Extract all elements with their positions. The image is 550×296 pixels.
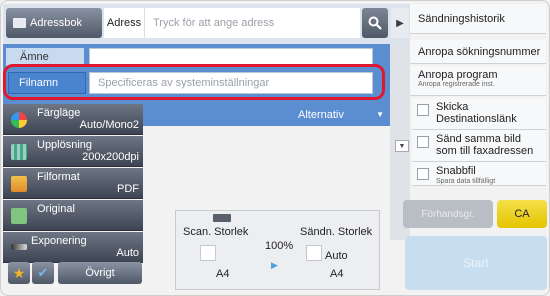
setting-original[interactable]: Original	[3, 200, 143, 231]
recall-program-sublabel: Anropa registrerade inst.	[418, 81, 495, 88]
quick-file-label: Snabbfil	[436, 165, 476, 177]
send-same-image-toggle[interactable]: Sänd samma bild som till faxadressen	[412, 130, 546, 162]
send-history-button[interactable]: Sändningshistorik	[410, 4, 546, 34]
address-input[interactable]: Tryck för att ange adress	[144, 8, 360, 38]
recall-program-button[interactable]: Anropa program Anropa registrerade inst.	[410, 66, 546, 96]
setting-resolution[interactable]: Upplösning 200x200dpi	[3, 136, 143, 167]
setting-value: 200x200dpi	[82, 151, 139, 163]
original-icon	[11, 208, 27, 224]
send-link-checkbox[interactable]	[417, 104, 429, 116]
setting-value: Auto/Mono2	[79, 119, 139, 131]
chevron-down-icon: ▼	[376, 110, 384, 119]
send-size-value: A4	[330, 268, 344, 280]
send-link-toggle[interactable]: Skicka Destinationslänk	[412, 98, 546, 130]
chevron-down-icon: ▼	[398, 142, 406, 150]
setting-file-format[interactable]: Filformat PDF	[3, 168, 143, 199]
address-label: Adress	[104, 8, 144, 38]
send-size-label: Sändn. Storlek	[300, 226, 373, 238]
search-icon	[368, 16, 382, 30]
chevron-right-icon: ▶	[396, 17, 404, 29]
setting-label: Upplösning	[37, 139, 93, 151]
send-size-mode: Auto	[325, 250, 348, 262]
setting-label: Färgläge	[37, 107, 81, 119]
send-same-image-checkbox[interactable]	[417, 136, 429, 148]
options-dropdown[interactable]: Alternativ ▼	[292, 105, 388, 125]
quick-file-toggle[interactable]: Snabbfil Spara data tillfälligt	[412, 162, 546, 186]
resolution-icon	[11, 144, 27, 160]
setting-label: Filformat	[37, 171, 80, 183]
options-dropdown-label: Alternativ	[298, 109, 344, 121]
scan-paper-icon	[200, 245, 216, 261]
scanner-icon	[213, 214, 231, 222]
quick-file-checkbox[interactable]	[417, 168, 429, 180]
start-button[interactable]: Start	[405, 236, 547, 290]
send-same-image-label: Sänd samma bild som till faxadressen	[436, 133, 534, 157]
highlight-box	[3, 64, 385, 100]
clear-all-button[interactable]: CA	[497, 200, 547, 228]
search-button[interactable]	[362, 8, 388, 38]
ratio-label: 100%	[265, 240, 294, 252]
recall-search-number-button[interactable]: Anropa sökningsnummer	[410, 40, 546, 64]
setting-label: Original	[37, 203, 75, 215]
scan-size-label: Scan. Storlek	[183, 226, 249, 238]
preview-button[interactable]: Förhandsgr.	[403, 200, 493, 228]
file-format-icon	[11, 176, 27, 192]
address-book-button[interactable]: Adressbok	[6, 8, 102, 38]
check-settings-button[interactable]: ✔	[32, 262, 54, 284]
exposure-icon	[11, 244, 27, 250]
quick-file-sublabel: Spara data tillfälligt	[436, 178, 496, 185]
setting-value: PDF	[117, 183, 139, 195]
send-link-label: Skicka Destinationslänk	[436, 101, 517, 125]
setting-label: Exponering	[31, 235, 87, 247]
recall-search-label: Anropa sökningsnummer	[418, 46, 541, 58]
scroll-down-button[interactable]: ▼	[395, 140, 409, 152]
scan-size-value: A4	[216, 268, 230, 280]
setting-value: Auto	[116, 247, 139, 259]
arrow-right-icon: ▶	[271, 260, 278, 270]
star-icon: ★	[12, 264, 26, 281]
send-history-label: Sändningshistorik	[418, 13, 505, 25]
color-mode-icon	[11, 112, 27, 128]
recall-program-label: Anropa program	[418, 69, 498, 81]
collapse-panel-button[interactable]: ▶	[391, 8, 409, 38]
preview-button-label: Förhandsgr.	[421, 208, 475, 220]
setting-color-mode[interactable]: Färgläge Auto/Mono2	[3, 104, 143, 135]
start-label: Start	[463, 256, 489, 270]
check-icon: ✔	[37, 265, 49, 280]
address-book-label: Adressbok	[30, 17, 82, 29]
favorite-button[interactable]: ★	[8, 262, 30, 284]
other-button[interactable]: Övrigt	[58, 262, 142, 284]
address-book-icon	[13, 18, 26, 28]
setting-exposure[interactable]: Exponering Auto	[3, 232, 143, 263]
send-paper-icon	[306, 245, 322, 261]
